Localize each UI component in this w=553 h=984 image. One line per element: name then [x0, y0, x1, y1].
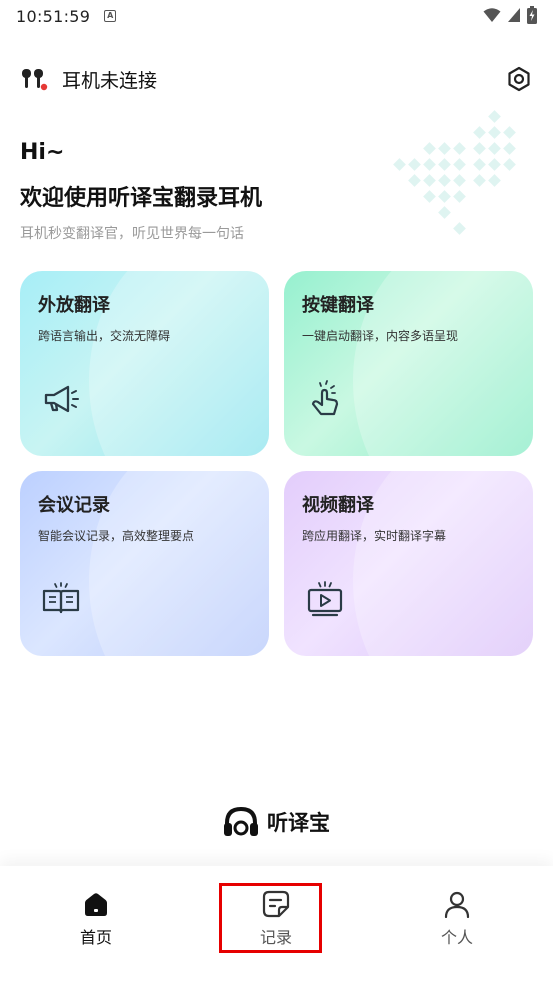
card-description: 跨语言输出，交流无障碍 — [38, 329, 171, 343]
card-title: 视频翻译 — [302, 495, 374, 516]
decorative-dots-pattern — [393, 110, 516, 235]
highlight-box — [219, 883, 322, 953]
header: 耳机未连接 — [20, 62, 533, 96]
wifi-icon — [483, 8, 501, 22]
status-bar: 10:51:59 A — [0, 0, 553, 32]
card-video-translate[interactable]: 视频翻译 跨应用翻译，实时翻译字幕 — [284, 471, 533, 656]
card-title: 外放翻译 — [38, 295, 110, 316]
connection-status: 耳机未连接 — [62, 69, 158, 92]
brand-logo: 听译宝 — [0, 804, 553, 840]
card-speaker-translate[interactable]: 外放翻译 跨语言输出，交流无障碍 — [20, 271, 269, 456]
welcome-subtitle: 耳机秒变翻译官，听见世界每一句话 — [20, 226, 244, 242]
nav-profile-label: 个人 — [440, 928, 473, 947]
earbuds-icon — [22, 69, 48, 91]
card-meeting-record[interactable]: 会议记录 智能会议记录，高效整理要点 — [20, 471, 269, 656]
card-decoration — [353, 471, 533, 656]
home-icon — [85, 893, 107, 916]
battery-icon — [527, 6, 537, 24]
card-description: 智能会议记录，高效整理要点 — [38, 529, 195, 543]
greeting-hi: Hi~ — [20, 140, 65, 165]
megaphone-icon — [44, 385, 79, 413]
nav-home[interactable]: 首页 — [46, 890, 146, 950]
card-decoration — [89, 471, 269, 656]
open-book-icon — [42, 582, 80, 614]
card-description: 一键启动翻译，内容多语呈现 — [302, 329, 459, 343]
card-decoration — [353, 271, 533, 456]
notification-a-icon: A — [104, 10, 117, 22]
card-decoration — [89, 271, 269, 456]
tap-hand-icon — [311, 380, 339, 416]
card-title: 会议记录 — [38, 495, 110, 516]
card-title: 按键翻译 — [302, 295, 374, 316]
headphones-logo-icon — [224, 806, 258, 836]
video-play-icon — [307, 581, 343, 617]
status-indicators — [483, 6, 537, 24]
signal-icon — [508, 8, 520, 22]
settings-icon[interactable] — [505, 65, 533, 93]
card-description: 跨应用翻译，实时翻译字幕 — [302, 529, 447, 543]
card-button-translate[interactable]: 按键翻译 一键启动翻译，内容多语呈现 — [284, 271, 533, 456]
nav-profile[interactable]: 个人 — [407, 890, 507, 950]
person-icon — [444, 891, 470, 918]
nav-home-label: 首页 — [79, 928, 112, 947]
welcome-title: 欢迎使用听译宝翻录耳机 — [20, 186, 263, 211]
brand-name: 听译宝 — [267, 811, 330, 835]
status-time: 10:51:59 — [16, 6, 91, 26]
